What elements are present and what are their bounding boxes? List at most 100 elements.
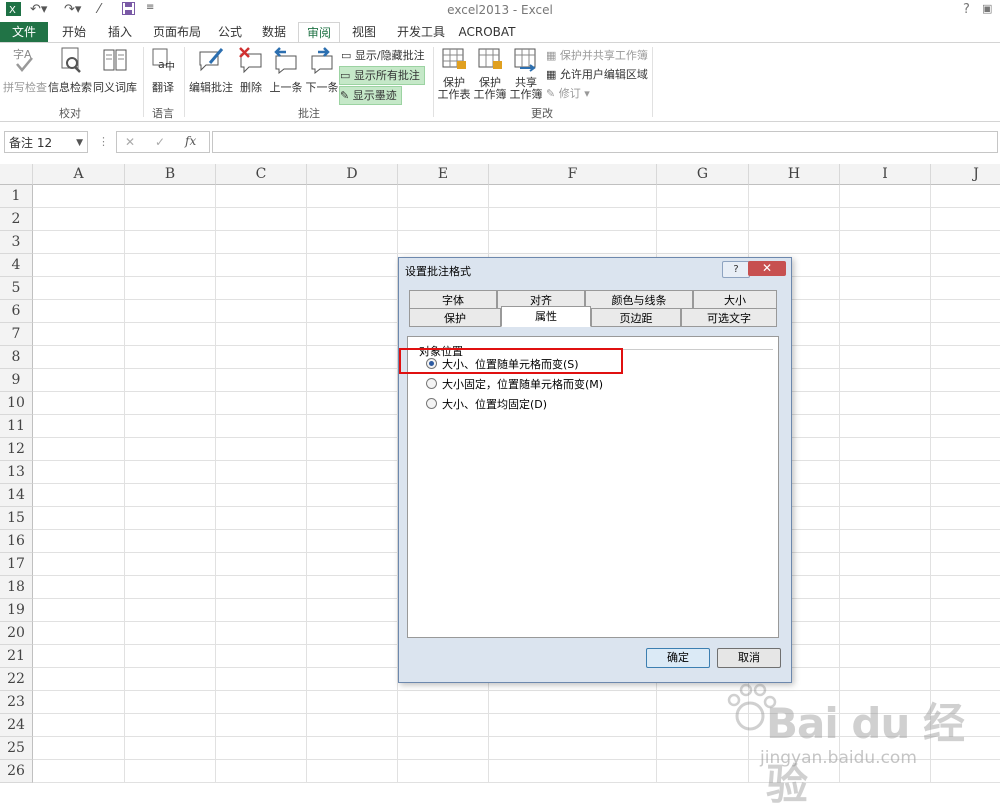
row-header[interactable]: 19	[0, 599, 33, 622]
row-header[interactable]: 12	[0, 438, 33, 461]
group-label-language: 语言	[152, 107, 174, 120]
radio-move-dont-size[interactable]: 大小固定，位置随单元格而变(M)	[426, 376, 603, 392]
column-header[interactable]: C	[216, 164, 307, 185]
allow-edit-ranges-button[interactable]: ▦ 允许用户编辑区域	[546, 66, 648, 83]
column-header[interactable]: F	[489, 164, 657, 185]
column-header[interactable]: I	[840, 164, 931, 185]
show-all-comments-button[interactable]: ▭ 显示所有批注	[339, 66, 425, 85]
column-header[interactable]: H	[749, 164, 840, 185]
row-header[interactable]: 16	[0, 530, 33, 553]
tab-properties[interactable]: 属性	[501, 306, 591, 327]
show-hide-comment-button[interactable]: ▭ 显示/隐藏批注	[341, 47, 425, 64]
row-header[interactable]: 7	[0, 323, 33, 346]
name-box[interactable]: 备注 12 ▼	[4, 131, 88, 153]
previous-comment-label: 上一条	[269, 81, 303, 94]
tab-acrobat[interactable]: ACROBAT	[456, 22, 518, 42]
show-ink-button[interactable]: ✎ 显示墨迹	[339, 86, 402, 105]
row-header[interactable]: 22	[0, 668, 33, 691]
insert-function-icon[interactable]: fx	[185, 134, 196, 148]
row-header[interactable]: 9	[0, 369, 33, 392]
track-changes-button[interactable]: ✎ 修订 ▾	[546, 85, 590, 102]
properties-panel: 对象位置 大小、位置随单元格而变(S) 大小固定，位置随单元格而变(M) 大小、…	[399, 336, 779, 638]
tab-view[interactable]: 视图	[344, 22, 384, 42]
protect-share-button[interactable]: ▦ 保护并共享工作簿	[546, 47, 648, 64]
tab-home[interactable]: 开始	[54, 22, 94, 42]
row-header[interactable]: 4	[0, 254, 33, 277]
column-header[interactable]: J	[931, 164, 1000, 185]
tab-margins[interactable]: 页边距	[591, 308, 681, 327]
research-button[interactable]: 信息检索	[48, 46, 92, 95]
row-header[interactable]: 11	[0, 415, 33, 438]
tab-formulas[interactable]: 公式	[210, 22, 250, 42]
translate-button[interactable]: a中 翻译	[146, 46, 180, 95]
column-header[interactable]: G	[657, 164, 749, 185]
window-title: excel2013 - Excel	[447, 3, 553, 17]
row-header[interactable]: 14	[0, 484, 33, 507]
row-header[interactable]: 6	[0, 300, 33, 323]
row-header[interactable]: 5	[0, 277, 33, 300]
row-header[interactable]: 2	[0, 208, 33, 231]
enter-icon[interactable]: ✓	[155, 135, 165, 149]
ok-button[interactable]: 确定	[646, 648, 710, 668]
protect-sheet-button[interactable]: 保护 工作表	[436, 46, 472, 101]
row-header[interactable]: 21	[0, 645, 33, 668]
spell-check-button[interactable]: 字A 拼写检查	[3, 46, 47, 95]
show-all-comments-label: 显示所有批注	[353, 69, 420, 82]
protect-sheet-icon	[436, 46, 472, 75]
row-header[interactable]: 17	[0, 553, 33, 576]
thesaurus-label: 同义词库	[93, 81, 137, 94]
next-comment-button[interactable]: 下一条	[304, 46, 340, 95]
tab-review[interactable]: 审阅	[298, 22, 340, 43]
ribbon-options-icon[interactable]: ▣	[982, 2, 992, 15]
row-header[interactable]: 3	[0, 231, 33, 254]
tab-file[interactable]: 文件	[0, 22, 48, 42]
show-all-comments-icon: ▭	[340, 69, 351, 82]
chevron-down-icon[interactable]: ▼	[76, 132, 83, 154]
thesaurus-button[interactable]: 同义词库	[93, 46, 137, 95]
group-label-proofing: 校对	[59, 107, 81, 120]
tab-size[interactable]: 大小	[693, 290, 777, 309]
cancel-button[interactable]: 取消	[717, 648, 781, 668]
protect-workbook-button[interactable]: 保护 工作簿	[472, 46, 508, 101]
tab-insert[interactable]: 插入	[100, 22, 140, 42]
radio-dont-move-or-size[interactable]: 大小、位置均固定(D)	[426, 396, 547, 412]
ribbon-tabs: 文件 开始 插入 页面布局 公式 数据 审阅 视图 开发工具 ACROBAT	[0, 22, 1000, 43]
tab-colors-lines[interactable]: 颜色与线条	[585, 290, 693, 309]
radio-move-and-size[interactable]: 大小、位置随单元格而变(S)	[426, 356, 579, 372]
row-header[interactable]: 13	[0, 461, 33, 484]
select-all-corner[interactable]	[0, 164, 33, 185]
formula-input[interactable]	[212, 131, 998, 153]
cancel-icon[interactable]: ✕	[125, 135, 135, 149]
tab-font[interactable]: 字体	[409, 290, 497, 309]
radio-unselected-icon	[426, 398, 437, 409]
share-workbook-button[interactable]: 共享 工作簿	[508, 46, 544, 101]
row-header[interactable]: 20	[0, 622, 33, 645]
protect-workbook-label-2: 工作簿	[473, 88, 507, 101]
row-header[interactable]: 25	[0, 737, 33, 760]
tab-alt-text[interactable]: 可选文字	[681, 308, 777, 327]
tab-page-layout[interactable]: 页面布局	[146, 22, 208, 42]
row-header[interactable]: 18	[0, 576, 33, 599]
column-header[interactable]: E	[398, 164, 489, 185]
tab-protection[interactable]: 保护	[409, 308, 501, 327]
edit-comment-button[interactable]: 编辑批注	[188, 46, 234, 95]
dialog-close-button[interactable]: ✕	[748, 261, 786, 276]
column-header[interactable]: D	[307, 164, 398, 185]
row-header[interactable]: 23	[0, 691, 33, 714]
formula-buttons: ✕ ✓ fx	[116, 131, 210, 153]
previous-comment-button[interactable]: 上一条	[268, 46, 304, 95]
delete-comment-button[interactable]: 删除	[236, 46, 266, 95]
help-button[interactable]: ?	[963, 2, 970, 17]
row-header[interactable]: 15	[0, 507, 33, 530]
tab-data[interactable]: 数据	[254, 22, 294, 42]
dialog-help-button[interactable]: ?	[722, 261, 750, 278]
tab-developer[interactable]: 开发工具	[390, 22, 452, 42]
row-header[interactable]: 24	[0, 714, 33, 737]
row-header[interactable]: 26	[0, 760, 33, 783]
row-header[interactable]: 8	[0, 346, 33, 369]
row-header[interactable]: 1	[0, 185, 33, 208]
column-header[interactable]: B	[125, 164, 216, 185]
row-header[interactable]: 10	[0, 392, 33, 415]
more-options-icon[interactable]: ⋮	[98, 135, 109, 148]
column-header[interactable]: A	[33, 164, 125, 185]
